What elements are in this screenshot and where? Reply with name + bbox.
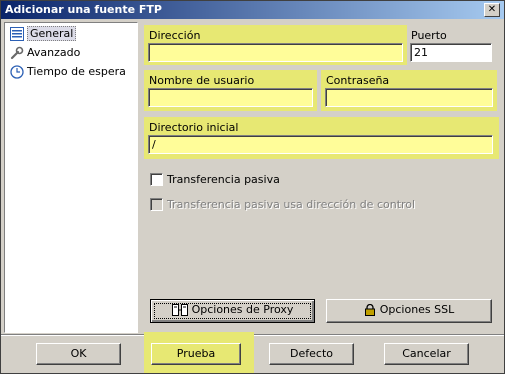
ok-button[interactable]: OK bbox=[36, 343, 121, 365]
initdir-field[interactable]: / bbox=[148, 135, 493, 154]
sidebar-item-advanced[interactable]: Avanzado bbox=[7, 44, 80, 62]
lock-icon bbox=[364, 304, 375, 316]
ssl-options-button[interactable]: Opciones SSL bbox=[326, 299, 492, 323]
port-field[interactable]: 21 bbox=[410, 43, 492, 62]
sidebar-item-general[interactable]: General bbox=[7, 25, 77, 43]
username-label: Nombre de usuario bbox=[149, 74, 255, 87]
test-button[interactable]: Prueba bbox=[151, 343, 241, 365]
close-button[interactable]: ✕ bbox=[484, 3, 500, 17]
list-icon bbox=[10, 27, 24, 41]
proxy-options-button[interactable]: Opciones de Proxy bbox=[150, 299, 315, 323]
default-button[interactable]: Defecto bbox=[269, 343, 354, 365]
ftp-source-dialog: Adicionar una fuente FTP ✕ General Avanz… bbox=[0, 0, 505, 374]
focus-rect bbox=[154, 303, 311, 319]
wrench-icon bbox=[10, 46, 24, 60]
cancel-button[interactable]: Cancelar bbox=[384, 343, 469, 365]
address-label: Dirección bbox=[149, 29, 201, 42]
clock-icon bbox=[10, 65, 24, 79]
passive-control-checkbox bbox=[150, 198, 163, 211]
sidebar: General Avanzado Tiempo de espera bbox=[4, 22, 138, 333]
address-field[interactable] bbox=[148, 43, 403, 62]
port-label: Puerto bbox=[411, 29, 447, 42]
passive-control-label: Transferencia pasiva usa dirección de co… bbox=[167, 198, 416, 211]
initdir-label: Directorio inicial bbox=[149, 121, 239, 134]
sidebar-item-label: Tiempo de espera bbox=[27, 65, 126, 78]
ssl-options-label: Opciones SSL bbox=[379, 303, 455, 316]
passive-transfer-label: Transferencia pasiva bbox=[167, 173, 280, 186]
password-field[interactable] bbox=[325, 88, 493, 107]
window-title: Adicionar una fuente FTP bbox=[5, 3, 162, 16]
password-label: Contraseña bbox=[326, 74, 390, 87]
title-bar: Adicionar una fuente FTP ✕ bbox=[1, 1, 504, 19]
sidebar-item-label: General bbox=[27, 26, 77, 41]
sidebar-item-timeout[interactable]: Tiempo de espera bbox=[7, 63, 126, 81]
sidebar-item-label: Avanzado bbox=[27, 46, 81, 59]
username-field[interactable] bbox=[148, 88, 313, 107]
passive-transfer-checkbox[interactable] bbox=[150, 173, 163, 186]
